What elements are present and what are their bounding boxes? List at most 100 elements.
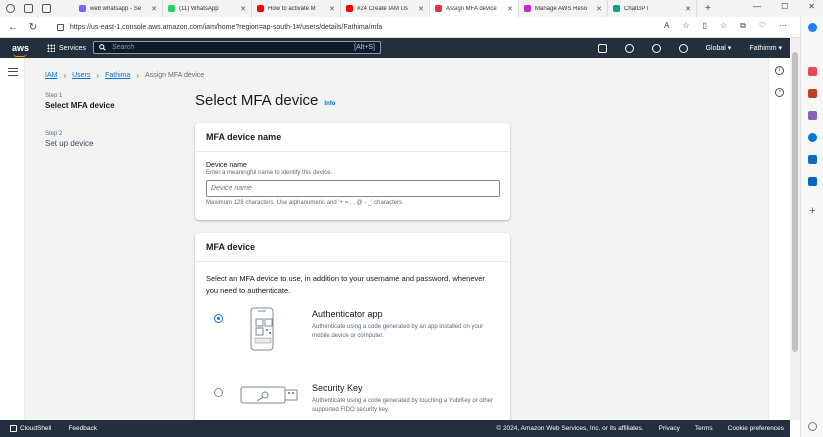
refresh-icon[interactable]: ↻: [26, 22, 40, 33]
tab-favicon-icon: [435, 5, 442, 12]
chevron-right-icon: ›: [96, 71, 100, 80]
new-tab-button[interactable]: +: [697, 3, 711, 14]
games-icon[interactable]: [808, 111, 817, 120]
outlook-icon[interactable]: [808, 155, 817, 164]
tab-favicon-icon: [79, 5, 86, 12]
close-tab-icon[interactable]: ✕: [240, 5, 246, 13]
option-authenticator-app[interactable]: Authenticator app Authenticate using a c…: [206, 307, 500, 355]
shopping-icon[interactable]: [808, 67, 817, 76]
minimize-icon[interactable]: —: [753, 2, 761, 11]
read-aloud-icon[interactable]: A: [664, 21, 669, 31]
add-sidebar-app-icon[interactable]: +: [808, 206, 817, 217]
radio-security-key[interactable]: [214, 388, 223, 397]
notifications-bell-icon[interactable]: [624, 43, 634, 53]
close-tab-icon[interactable]: ✕: [418, 5, 424, 13]
wizard-step-1: Step 1 Select MFA device: [45, 93, 185, 110]
close-tab-icon[interactable]: ✕: [596, 5, 602, 13]
browser-tab[interactable]: (11) WhatsApp ✕: [163, 0, 252, 17]
usb-security-key-icon: [240, 386, 298, 404]
cloudshell-button[interactable]: CloudShell: [10, 425, 51, 432]
profile-icon[interactable]: [6, 4, 15, 13]
scrollbar-thumb[interactable]: [792, 52, 798, 352]
cookie-preferences-link[interactable]: Cookie preferences: [728, 425, 784, 432]
address-bar-actions: A ☆ ▯ ☆ ⧉ ♡ ⋯: [664, 21, 787, 31]
browser-essentials-icon[interactable]: ♡: [759, 21, 766, 31]
help-panel-icon[interactable]: ◔: [775, 88, 784, 97]
breadcrumb-user[interactable]: Fathima: [105, 72, 130, 79]
copyright-text: © 2024, Amazon Web Services, Inc. or its…: [496, 425, 644, 432]
favorites-icon[interactable]: ☆: [720, 21, 727, 31]
tab-title: Manage AWS Reso: [535, 5, 588, 12]
search-icon: [99, 44, 106, 51]
close-tab-icon[interactable]: ✕: [507, 5, 513, 13]
grid-icon: [47, 44, 55, 52]
tab-title: How to activate M: [268, 5, 316, 12]
menu-hamburger-icon[interactable]: [8, 68, 18, 76]
step-number: Step 2: [45, 131, 63, 137]
favorite-star-icon[interactable]: ☆: [682, 21, 689, 31]
edge-sidebar: +: [800, 17, 823, 437]
feedback-link[interactable]: Feedback: [68, 425, 97, 432]
close-window-icon[interactable]: ✕: [808, 2, 815, 11]
tools-icon[interactable]: [808, 89, 817, 98]
split-screen-icon[interactable]: ▯: [703, 21, 707, 31]
account-menu[interactable]: Fathimm ▾: [749, 44, 782, 52]
device-name-constraint: Maximum 128 characters. Use alphanumeric…: [206, 200, 404, 206]
microsoft-365-icon[interactable]: [808, 133, 817, 142]
tab-title: Assign MFA device: [446, 5, 497, 12]
help-icon[interactable]: [651, 43, 661, 53]
phone-qr-icon: [250, 307, 274, 351]
info-link[interactable]: Info: [324, 101, 335, 107]
nav-right-actions: Global ▾ Fathimm ▾: [597, 38, 782, 58]
browser-tab[interactable]: web whatsapp - Se ✕: [74, 0, 163, 17]
copilot-icon[interactable]: [808, 23, 817, 32]
browser-tab[interactable]: ChatGPT ✕: [608, 0, 697, 17]
tab-actions-icon[interactable]: [42, 4, 51, 13]
cloudshell-label: CloudShell: [20, 425, 52, 432]
back-icon[interactable]: ←: [6, 22, 20, 33]
chevron-right-icon: ›: [136, 71, 140, 80]
browser-address-bar: ← ↻ https://us-east-1.console.aws.amazon…: [0, 17, 823, 38]
tab-title: ChatGPT: [624, 5, 650, 12]
device-name-input[interactable]: [206, 180, 500, 197]
option-description: Authenticate using a code generated by t…: [312, 398, 494, 413]
breadcrumb-current: Assign MFA device: [145, 72, 205, 79]
info-panel-icon[interactable]: i: [775, 66, 784, 75]
radio-authenticator-app[interactable]: [214, 314, 223, 323]
tab-favicon-icon: [524, 5, 531, 12]
url-field[interactable]: https://us-east-1.console.aws.amazon.com…: [57, 20, 687, 35]
cloudshell-icon[interactable]: [597, 43, 607, 53]
breadcrumb-users[interactable]: Users: [72, 72, 90, 79]
close-tab-icon[interactable]: ✕: [685, 5, 691, 13]
tab-favicon-icon: [257, 5, 264, 12]
services-label: Services: [59, 44, 86, 52]
maximize-icon[interactable]: ☐: [781, 2, 788, 11]
send-icon[interactable]: [808, 177, 817, 186]
page-scrollbar[interactable]: [790, 38, 800, 420]
aws-logo[interactable]: aws: [12, 43, 34, 57]
browser-tab-strip: web whatsapp - Se ✕ (11) WhatsApp ✕ How to a…: [0, 0, 823, 17]
device-name-label: Device name: [206, 162, 247, 169]
collections-icon[interactable]: ⧉: [740, 21, 746, 31]
window-controls: — ☐ ✕: [753, 2, 815, 11]
terms-link[interactable]: Terms: [695, 425, 713, 432]
workspaces-icon[interactable]: [24, 4, 33, 13]
privacy-link[interactable]: Privacy: [659, 425, 680, 432]
services-menu[interactable]: Services: [47, 44, 86, 52]
url-text: https://us-east-1.console.aws.amazon.com…: [70, 24, 383, 31]
breadcrumb-iam[interactable]: IAM: [45, 72, 57, 79]
settings-gear-icon[interactable]: [678, 43, 688, 53]
console-search-input[interactable]: Search [Alt+S]: [93, 41, 381, 54]
browser-tab[interactable]: Manage AWS Reso ✕: [519, 0, 608, 17]
browser-tab[interactable]: Assign MFA device ✕: [430, 0, 519, 17]
step-label: Set up device: [45, 139, 94, 148]
browser-tab[interactable]: #24 Create IAM Us ✕: [341, 0, 430, 17]
more-menu-icon[interactable]: ⋯: [779, 21, 787, 31]
sidebar-settings-icon[interactable]: [808, 422, 817, 431]
option-security-key[interactable]: Security Key Authenticate using a code g…: [206, 381, 500, 420]
close-tab-icon[interactable]: ✕: [329, 5, 335, 13]
region-selector[interactable]: Global ▾: [706, 44, 732, 52]
lock-icon[interactable]: [57, 24, 64, 31]
close-tab-icon[interactable]: ✕: [151, 5, 157, 13]
browser-tab[interactable]: How to activate M ✕: [252, 0, 341, 17]
